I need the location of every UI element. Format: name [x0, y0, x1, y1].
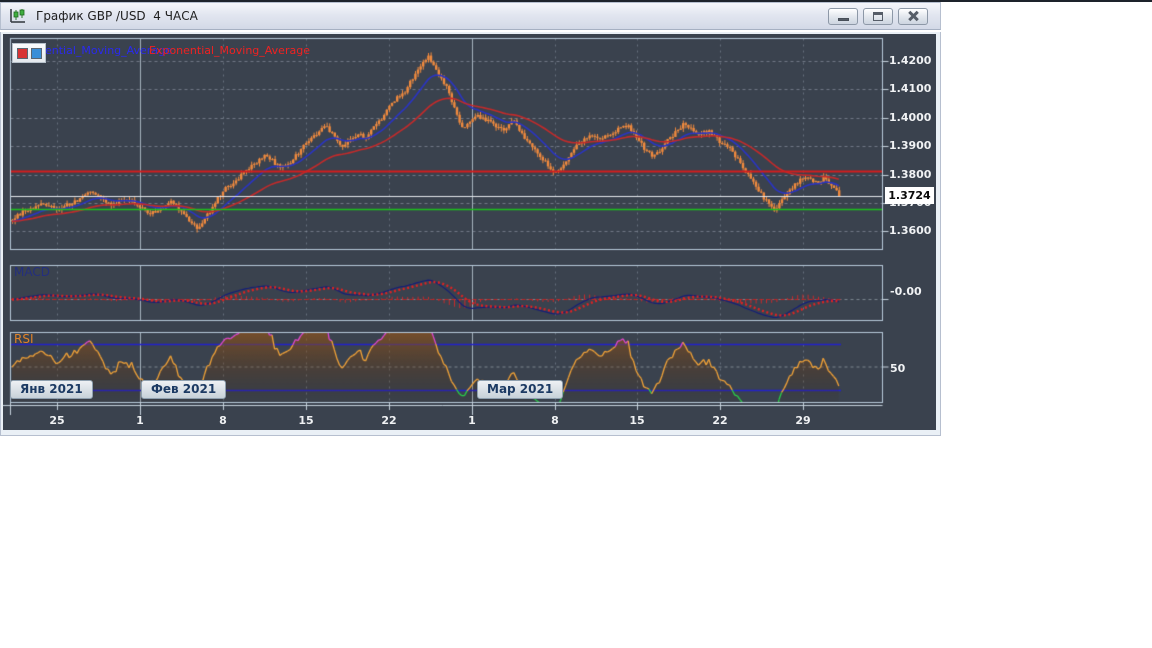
month-label: Янв 2021 — [10, 380, 93, 399]
price-tick-label: 1.4200 — [889, 55, 937, 66]
ema-legend-label-red: Exponential_Moving_Average — [149, 45, 310, 56]
time-tick-label: 15 — [292, 415, 320, 426]
window-titlebar[interactable]: График GBP /USD 4 ЧАСА — [0, 2, 941, 30]
price-tick-label: 1.3800 — [889, 169, 937, 180]
ma-blue-swatch[interactable] — [31, 48, 42, 59]
macd-axis-value: -0.00 — [890, 286, 922, 297]
minimize-button[interactable] — [828, 8, 858, 25]
time-tick-label: 8 — [209, 415, 237, 426]
time-tick-label: 22 — [375, 415, 403, 426]
minimize-icon — [838, 18, 849, 21]
price-tick-label: 1.4100 — [889, 83, 937, 94]
macd-panel-label: MACD — [14, 266, 50, 278]
window-title: График GBP /USD 4 ЧАСА — [36, 9, 198, 23]
time-tick-label: 25 — [43, 415, 71, 426]
ma-red-swatch[interactable] — [17, 48, 28, 59]
month-label: Фев 2021 — [141, 380, 226, 399]
time-tick-label: 8 — [541, 415, 569, 426]
time-tick-label: 1 — [458, 415, 486, 426]
month-label: Мар 2021 — [477, 380, 563, 399]
price-tick-label: 1.3900 — [889, 140, 937, 151]
time-tick-label: 22 — [706, 415, 734, 426]
candlestick-chart-icon — [7, 6, 29, 26]
window-controls — [828, 8, 934, 25]
chart-window: График GBP /USD 4 ЧАСА ential_Moving_Ave… — [0, 2, 941, 438]
price-chart-canvas[interactable] — [3, 34, 936, 430]
current-price-badge: 1.3724 — [885, 187, 934, 204]
chart-client-area: ential_Moving_Average Exponential_Moving… — [0, 32, 941, 436]
close-icon — [908, 11, 918, 21]
time-tick-label: 29 — [789, 415, 817, 426]
close-button[interactable] — [898, 8, 928, 25]
price-tick-label: 1.4000 — [889, 112, 937, 123]
rsi-axis-value: 50 — [890, 363, 905, 374]
rsi-panel-label: RSI — [14, 333, 34, 345]
maximize-icon — [873, 12, 883, 21]
maximize-button[interactable] — [863, 8, 893, 25]
indicator-swatches[interactable] — [12, 43, 46, 63]
time-tick-label: 15 — [623, 415, 651, 426]
time-tick-label: 1 — [126, 415, 154, 426]
price-tick-label: 1.3600 — [889, 225, 937, 236]
